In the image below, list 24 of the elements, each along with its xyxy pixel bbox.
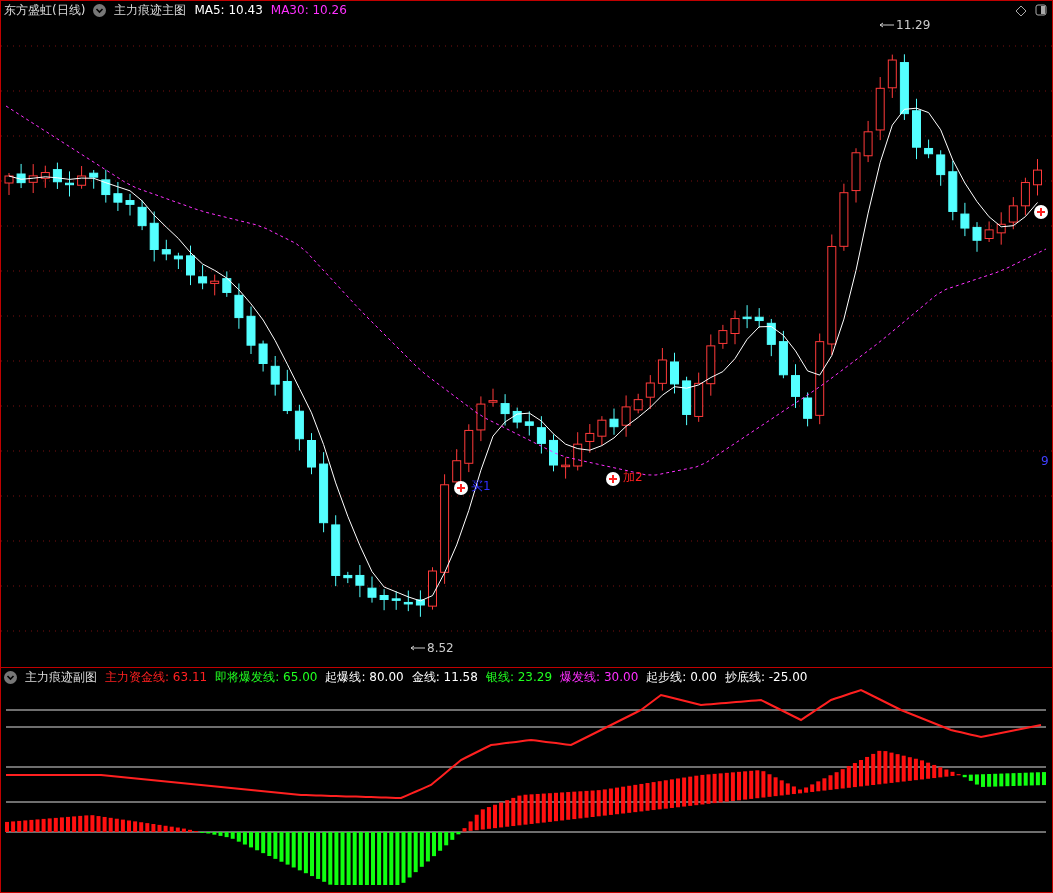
chevron-down-icon[interactable] [93, 4, 107, 17]
indicator-reading: 起爆线: 80.00 [325, 670, 404, 685]
indicator-reading: 金线: 11.58 [411, 670, 478, 685]
indicator-reading: 抄底线: -25.00 [724, 670, 808, 685]
window-icon[interactable] [1035, 4, 1047, 16]
chevron-down-icon[interactable] [4, 671, 17, 684]
stock-title: 东方盛虹(日线) [4, 3, 86, 18]
leader-line [410, 645, 426, 651]
edge-label: 9 [1041, 454, 1049, 468]
indicator-reading: MA30: 10.26 [270, 3, 347, 18]
indicator-reading: 爆发线: 30.00 [560, 670, 639, 685]
high-price-label: 11.29 [896, 18, 931, 32]
indicator-reading: MA5: 10.43 [194, 3, 263, 18]
indicator-reading: 起步线: 0.00 [646, 670, 717, 685]
signal-label: 加2 [623, 470, 643, 484]
indicator-reading: 主力资金线: 63.11 [105, 670, 208, 685]
leader-line [879, 22, 895, 28]
signal-label: 买1 [471, 479, 491, 493]
indicator-name: 主力痕迹副图 [25, 670, 97, 685]
indicator-reading: 即将爆发线: 65.00 [215, 670, 318, 685]
indicator-reading: 银线: 23.29 [485, 670, 553, 685]
diamond-icon[interactable] [1015, 5, 1027, 17]
low-price-label: 8.52 [427, 641, 454, 655]
indicator-name: 主力痕迹主图 [114, 3, 187, 18]
